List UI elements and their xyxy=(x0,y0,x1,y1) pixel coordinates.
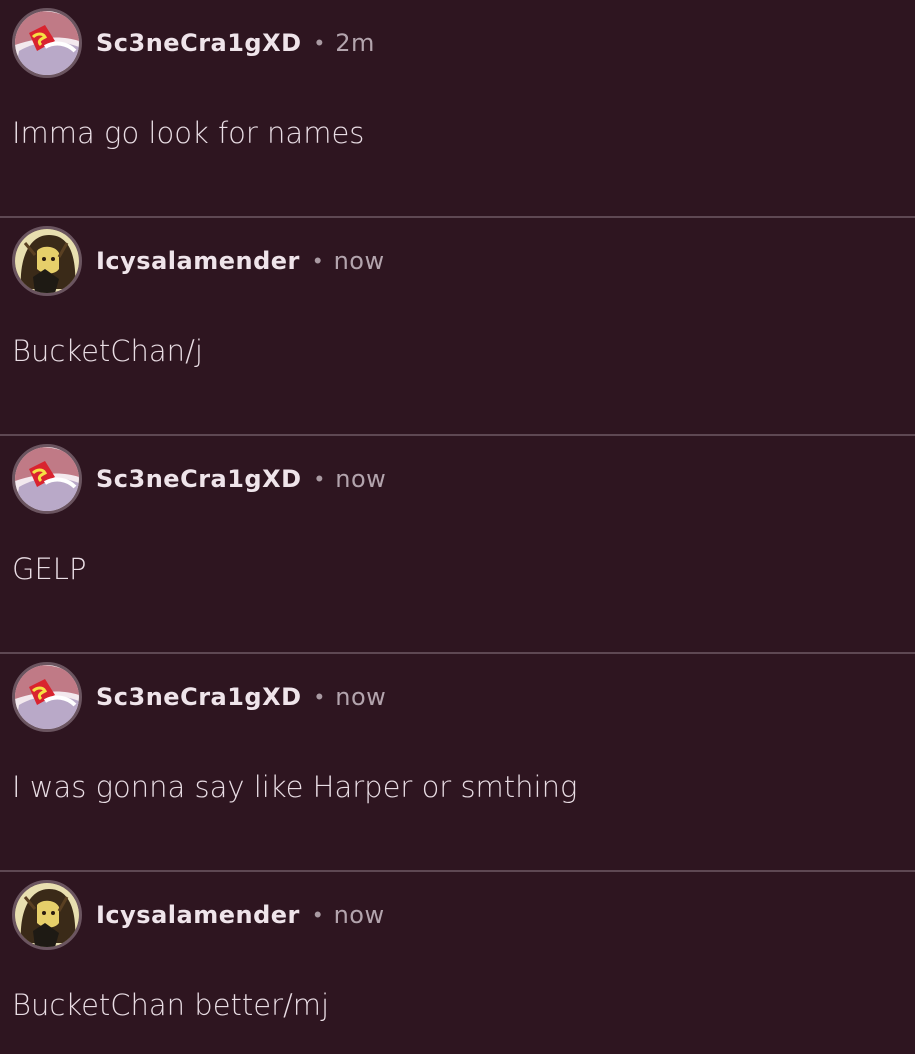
icysalamender-avatar-icon xyxy=(15,883,79,947)
separator-dot: • xyxy=(315,30,324,55)
username[interactable]: Icysalamender xyxy=(96,247,300,275)
separator-dot: • xyxy=(313,248,322,273)
comment-item: Sc3neCra1gXD • 2m Imma go look for names xyxy=(0,0,915,218)
scene-craig-avatar-icon xyxy=(15,11,79,75)
comment-text: BucketChan better/mj xyxy=(12,988,330,1022)
comment-meta: Sc3neCra1gXD • 2m xyxy=(96,26,375,60)
comment-item: Sc3neCra1gXD • now GELP xyxy=(0,436,915,654)
timestamp: now xyxy=(333,901,385,929)
separator-dot: • xyxy=(315,466,324,491)
comment-meta: Icysalamender • now xyxy=(96,898,385,932)
comment-meta: Sc3neCra1gXD • now xyxy=(96,462,386,496)
comment-meta: Sc3neCra1gXD • now xyxy=(96,680,386,714)
avatar-sc3necra1gxd[interactable] xyxy=(12,8,82,78)
scene-craig-avatar-icon xyxy=(15,447,79,511)
scene-craig-avatar-icon xyxy=(15,665,79,729)
comment-text: GELP xyxy=(12,552,87,586)
comment-feed: Sc3neCra1gXD • 2m Imma go look for names… xyxy=(0,0,915,1054)
username[interactable]: Sc3neCra1gXD xyxy=(96,683,302,711)
username[interactable]: Sc3neCra1gXD xyxy=(96,29,302,57)
comment-item: Icysalamender • now BucketChan/j xyxy=(0,218,915,436)
icysalamender-avatar-icon xyxy=(15,229,79,293)
separator-dot: • xyxy=(313,902,322,927)
timestamp: now xyxy=(333,247,385,275)
username[interactable]: Sc3neCra1gXD xyxy=(96,465,302,493)
timestamp: 2m xyxy=(335,29,375,57)
comment-text: Imma go look for names xyxy=(12,116,365,150)
avatar-sc3necra1gxd[interactable] xyxy=(12,662,82,732)
comment-text: BucketChan/j xyxy=(12,334,203,368)
comment-item: Sc3neCra1gXD • now I was gonna say like … xyxy=(0,654,915,872)
avatar-sc3necra1gxd[interactable] xyxy=(12,444,82,514)
comment-text: I was gonna say like Harper or smthing xyxy=(12,770,578,804)
separator-dot: • xyxy=(315,684,324,709)
username[interactable]: Icysalamender xyxy=(96,901,300,929)
timestamp: now xyxy=(335,465,387,493)
avatar-icysalamender[interactable] xyxy=(12,880,82,950)
comment-item: Icysalamender • now BucketChan better/mj xyxy=(0,872,915,1054)
comment-meta: Icysalamender • now xyxy=(96,244,385,278)
avatar-icysalamender[interactable] xyxy=(12,226,82,296)
timestamp: now xyxy=(335,683,387,711)
